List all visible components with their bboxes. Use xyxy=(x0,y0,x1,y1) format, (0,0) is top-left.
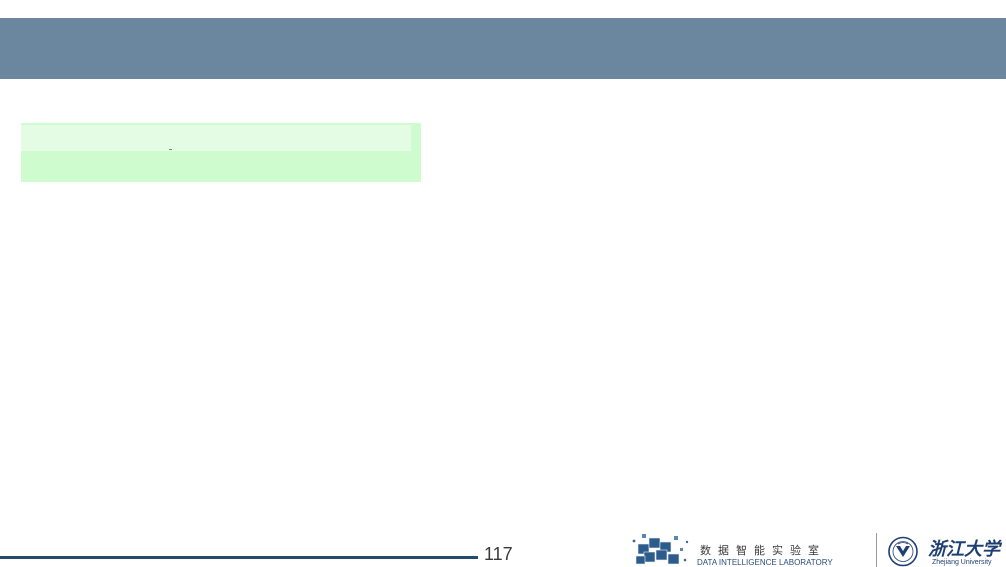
lab-name-cn: 数据智能实验室 xyxy=(700,544,826,557)
university-name-cn: 浙江大学 xyxy=(928,539,1000,560)
highlight-box-mark xyxy=(169,149,172,150)
footer-divider xyxy=(876,533,877,567)
highlight-box-band xyxy=(21,125,411,151)
footer-rule xyxy=(0,556,478,559)
university-seal-icon xyxy=(888,536,918,567)
page-number: 117 xyxy=(484,544,513,564)
highlight-box xyxy=(21,123,421,182)
lab-logo-icon xyxy=(632,534,689,565)
university-name-en: Zhejiang University xyxy=(932,559,992,566)
lab-name-en: DATA INTELLIGENCE LABORATORY xyxy=(697,558,833,567)
header-bar xyxy=(0,18,1006,79)
